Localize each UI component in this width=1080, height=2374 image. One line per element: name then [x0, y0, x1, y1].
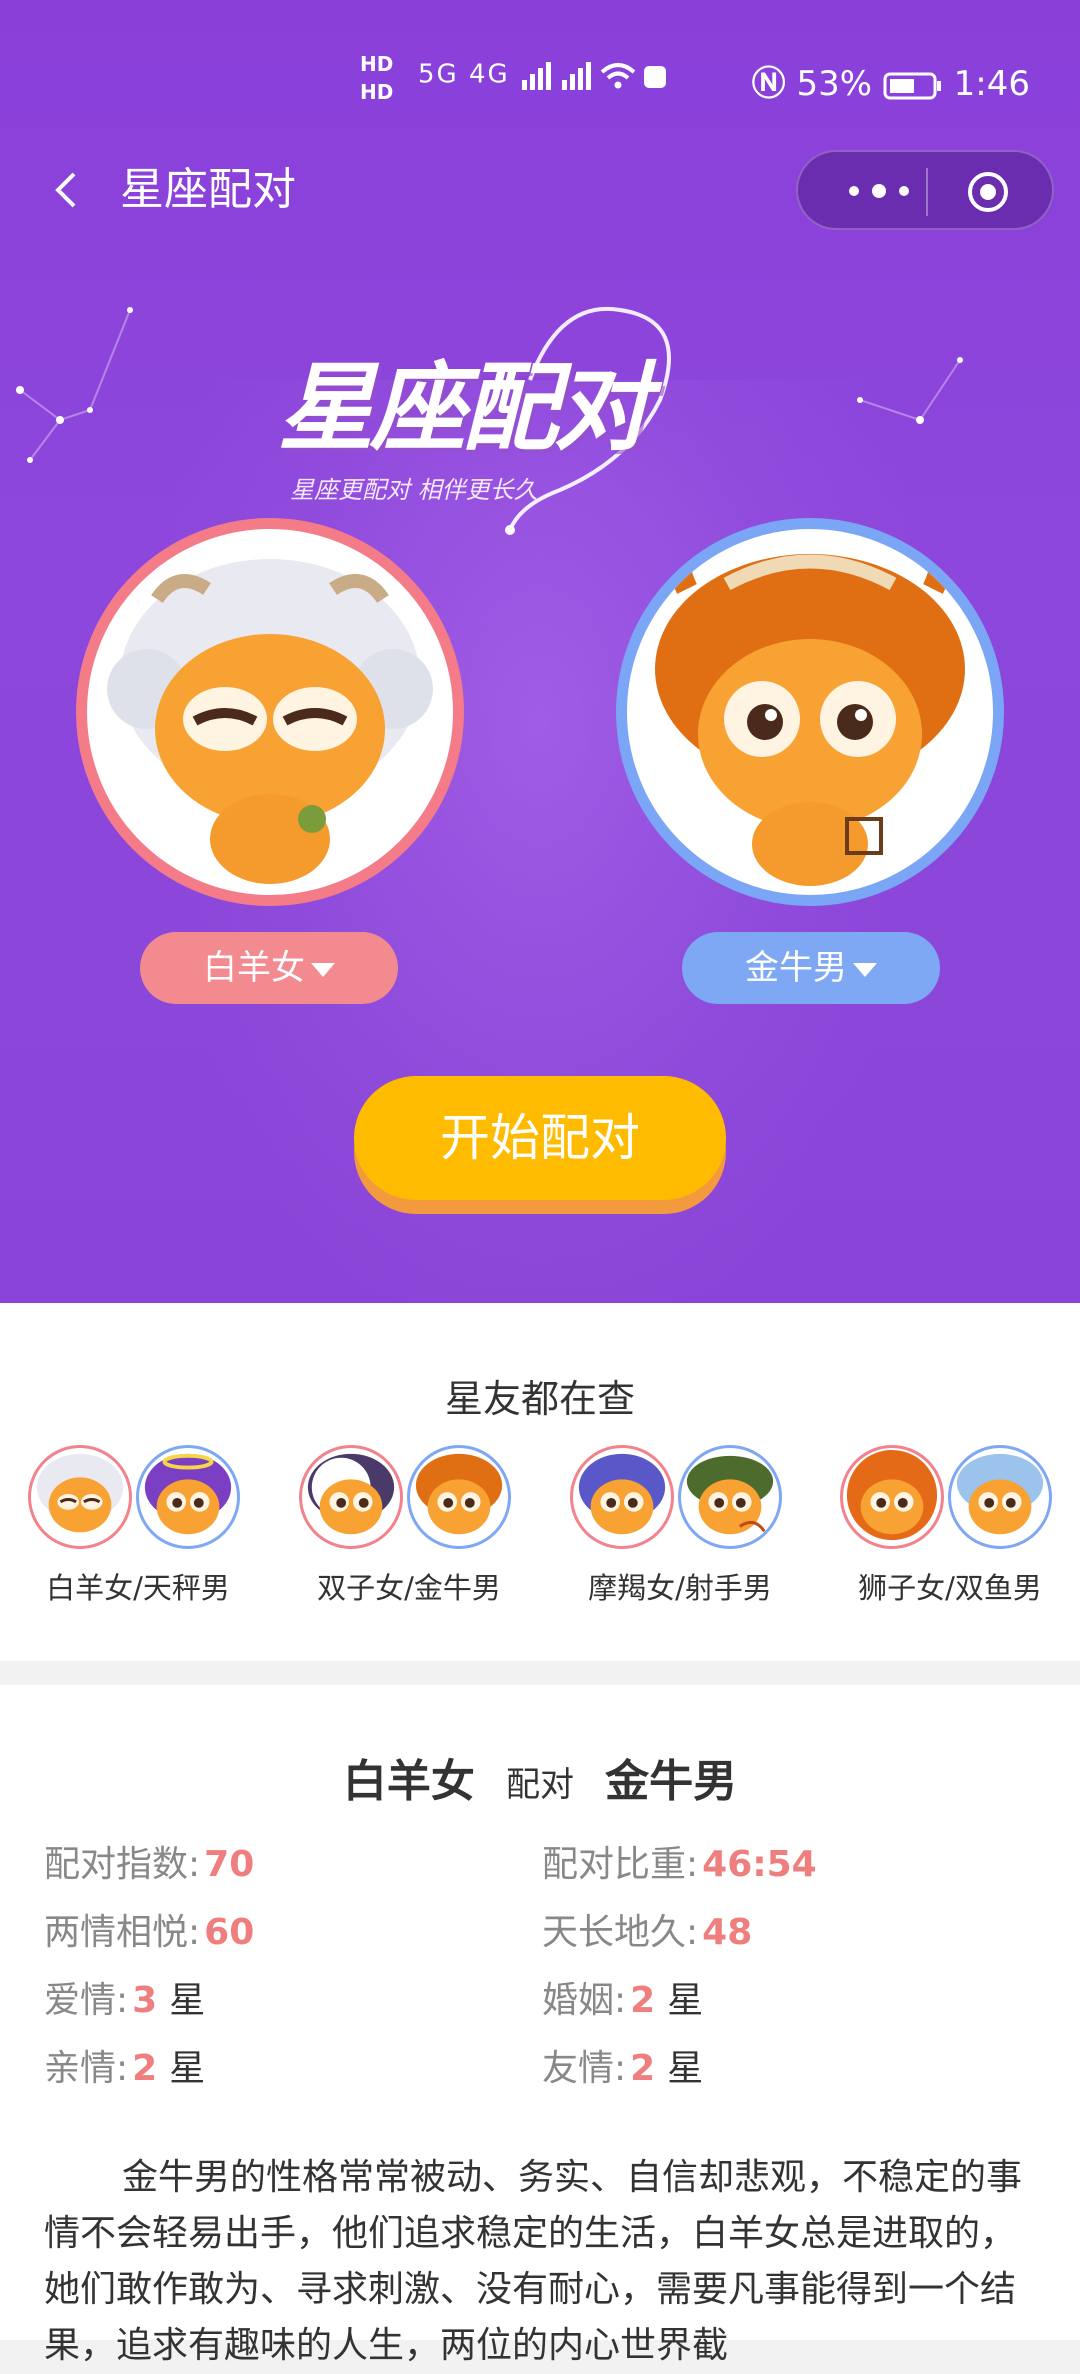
- match-result-section: 白羊女 配对 金牛男 配对指数: 70 配对比重: 46:54 两情相悦: 60 天长…: [0, 1685, 1080, 2366]
- male-avatar: [136, 1445, 240, 1549]
- logo-subtitle: 星座更配对 相伴更长久: [290, 476, 538, 504]
- stat-label: 配对比重:: [542, 1844, 699, 1885]
- stat-label: 配对指数:: [44, 1844, 201, 1885]
- mutual-love-stat: 两情相悦: 60: [44, 1903, 254, 1955]
- stat-label: 友情:: [542, 2048, 627, 2089]
- status-right: Ⓝ 53% 1:46: [752, 56, 1030, 105]
- back-arrow-icon[interactable]: [46, 170, 86, 210]
- sagittarius-mini-icon: [686, 1455, 774, 1535]
- dropdown-arrow-icon: [853, 962, 877, 977]
- male-avatar: [948, 1445, 1052, 1549]
- aries-character-icon: [107, 559, 433, 884]
- stat-value: 2: [630, 1980, 656, 2021]
- page-title: 星座配对: [120, 164, 296, 215]
- stat-value: 46:54: [702, 1844, 817, 1885]
- hd1-label: HD: [360, 52, 394, 76]
- female-sign-avatar[interactable]: [76, 518, 464, 906]
- male-sign-selector[interactable]: 金牛男: [682, 932, 940, 1004]
- male-avatar: [407, 1445, 511, 1549]
- clock: 1:46: [953, 64, 1030, 104]
- constellation-logo: 星座配对 星座更配对 相伴更长久: [260, 290, 720, 540]
- battery-percent: 53%: [796, 64, 873, 104]
- aries-mini-icon: [36, 1453, 124, 1533]
- stat-label: 两情相悦:: [44, 1912, 201, 1953]
- stat-value: 48: [702, 1912, 753, 1953]
- popular-pair[interactable]: 狮子女/双鱼男: [830, 1445, 1070, 1615]
- gemini-mini-icon: [307, 1453, 395, 1535]
- female-avatar: [299, 1445, 403, 1549]
- love-stat: 爱情: 3 星: [44, 1971, 205, 2023]
- taurus-mini-icon: [415, 1453, 503, 1535]
- taurus-character-icon: [655, 529, 965, 886]
- popular-pair[interactable]: 双子女/金牛男: [289, 1445, 529, 1615]
- pair-label: 狮子女/双鱼男: [858, 1571, 1042, 1605]
- male-avatar: [678, 1445, 782, 1549]
- match-ratio-stat: 配对比重: 46:54: [542, 1835, 817, 1887]
- hd-indicator: HD HD: [360, 50, 393, 106]
- miniprogram-capsule: [796, 150, 1054, 230]
- signal-icon: [521, 62, 666, 90]
- family-stat: 亲情: 2 星: [44, 2039, 205, 2091]
- female-avatar: [570, 1445, 674, 1549]
- male-sign-avatar[interactable]: [616, 518, 1004, 906]
- female-avatar: [28, 1445, 132, 1549]
- stat-label: 婚姻:: [542, 1980, 627, 2021]
- stat-value: 70: [204, 1844, 255, 1885]
- stat-label: 亲情:: [44, 2048, 129, 2089]
- popular-pair[interactable]: 摩羯女/射手男: [560, 1445, 800, 1615]
- pair-label: 双子女/金牛男: [317, 1571, 501, 1605]
- popular-title: 星友都在查: [444, 1377, 635, 1421]
- stat-unit: 星: [667, 2048, 704, 2089]
- status-bar: HD HD 5G 4G Ⓝ 53% 1:46: [0, 0, 1080, 150]
- marriage-stat: 婚姻: 2 星: [542, 1971, 703, 2023]
- capsule-divider: [926, 168, 928, 216]
- male-sign-label: 金牛男: [745, 948, 847, 988]
- pisces-mini-icon: [956, 1453, 1044, 1535]
- female-avatar: [840, 1445, 944, 1549]
- nav-bar: 星座配对: [0, 150, 1080, 230]
- start-match-button[interactable]: 开始配对: [354, 1076, 726, 1200]
- stat-unit: 星: [667, 1980, 704, 2021]
- result-connector: 配对: [506, 1765, 574, 1805]
- nfc-icon: Ⓝ: [751, 64, 786, 104]
- stat-value: 3: [132, 1980, 158, 2021]
- forever-stat: 天长地久: 48: [542, 1903, 752, 1955]
- stat-unit: 星: [169, 1980, 206, 2021]
- capricorn-mini-icon: [578, 1453, 666, 1535]
- libra-mini-icon: [144, 1453, 232, 1535]
- popular-section: 星友都在查 白羊女/天秤男 双子女/金牛男 摩羯女/射手男 狮子女/双鱼男: [0, 1303, 1080, 1661]
- female-sign-selector[interactable]: 白羊女: [140, 932, 398, 1004]
- pair-label: 白羊女/天秤男: [46, 1571, 230, 1605]
- close-miniprogram-icon[interactable]: [966, 170, 1010, 214]
- stat-value: 60: [204, 1912, 255, 1953]
- leo-mini-icon: [846, 1449, 938, 1541]
- more-icon[interactable]: [834, 166, 924, 216]
- result-female-sign: 白羊女: [342, 1756, 475, 1807]
- battery-icon: [883, 72, 941, 99]
- hd2-label: HD: [360, 80, 394, 104]
- stat-label: 爱情:: [44, 1980, 129, 2021]
- stat-value: 2: [630, 2048, 656, 2089]
- match-description: 金牛男的性格常常被动、务实、自信却悲观，不稳定的事情不会轻易出手，他们追求稳定的…: [44, 2157, 1023, 2366]
- stat-value: 2: [132, 2048, 158, 2089]
- popular-pair[interactable]: 白羊女/天秤男: [18, 1445, 258, 1615]
- network-indicator: 5G 4G: [418, 58, 670, 92]
- hero-section: HD HD 5G 4G Ⓝ 53% 1:46 星座配对 星座配对 星座更配对 相…: [0, 0, 1080, 1303]
- female-sign-label: 白羊女: [203, 948, 305, 988]
- network-label: 5G 4G: [418, 59, 510, 90]
- friendship-stat: 友情: 2 星: [542, 2039, 703, 2091]
- pair-label: 摩羯女/射手男: [588, 1571, 772, 1605]
- match-title: 白羊女 配对 金牛男: [0, 1745, 1080, 1809]
- stat-unit: 星: [169, 2048, 206, 2089]
- stat-label: 天长地久:: [542, 1912, 699, 1953]
- result-male-sign: 金牛男: [605, 1756, 738, 1807]
- logo-title: 星座配对: [278, 352, 650, 464]
- dropdown-arrow-icon: [311, 962, 335, 977]
- match-index-stat: 配对指数: 70: [44, 1835, 254, 1887]
